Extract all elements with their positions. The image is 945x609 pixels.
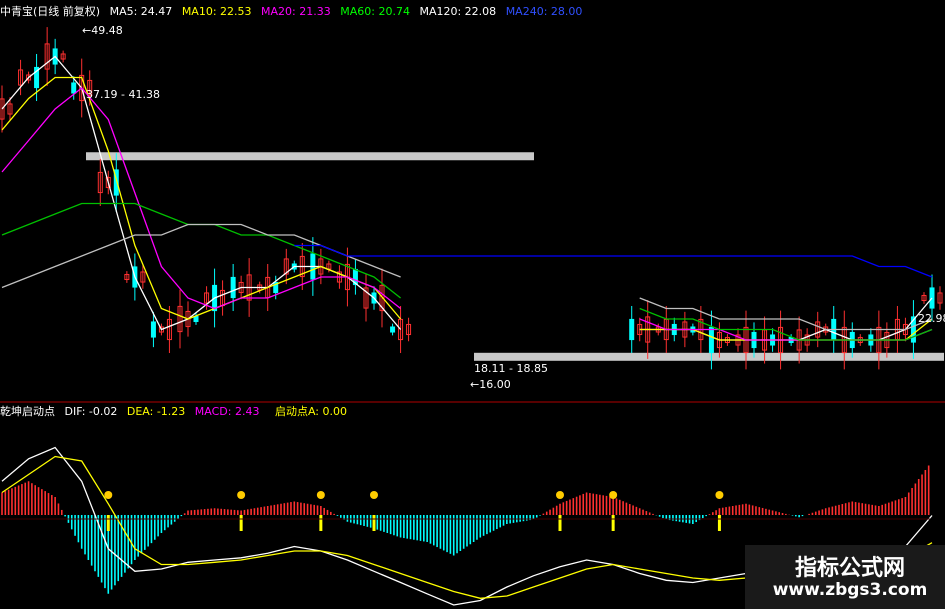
macd-label: MACD: 2.43	[194, 405, 260, 418]
range1-annotation: 37.19 - 41.38	[86, 88, 160, 101]
indicator-title: 乾坤启动点	[0, 405, 55, 418]
ma20-label: MA20: 21.33	[261, 5, 331, 18]
price-legend: 中青宝(日线 前复权) MA5: 24.47 MA10: 22.53 MA20:…	[0, 5, 582, 19]
ma-line-ma120	[1, 223, 933, 331]
price-candles	[0, 27, 943, 370]
high-arrow-icon: ←	[82, 24, 92, 37]
low-value: 16.00	[479, 378, 511, 391]
chart-stage: 中青宝(日线 前复权) MA5: 24.47 MA10: 22.53 MA20:…	[0, 0, 945, 609]
dif-label: DIF: -0.02	[64, 405, 118, 418]
right-annotation: 22.98	[918, 312, 945, 325]
qidong-flame-icon	[237, 491, 246, 499]
ma-line-ma10	[1, 76, 933, 341]
qidong-flame-icon	[715, 491, 724, 499]
qidong-label: 启动点A: 0.00	[274, 405, 347, 418]
ma10-label: MA10: 22.53	[181, 5, 252, 18]
resistance-band	[86, 152, 534, 161]
support-band	[474, 352, 944, 361]
watermark-title: 指标公式网	[794, 556, 905, 581]
range2-annotation: 18.11 - 18.85	[474, 362, 548, 375]
qidong-flame-icon	[370, 491, 378, 499]
dea-label: DEA: -1.23	[126, 405, 186, 418]
low-annotation: ←16.00	[470, 378, 511, 392]
candle-body	[708, 326, 714, 354]
candle-body	[230, 276, 236, 299]
watermark-url: www.zbgs3.com	[772, 580, 928, 600]
indicator-legend: 乾坤启动点 DIF: -0.02 DEA: -1.23 MACD: 2.43 启…	[0, 405, 347, 419]
qidong-flame-icon	[104, 491, 113, 499]
high-value: 49.48	[91, 24, 123, 37]
ma240-label: MA240: 28.00	[505, 5, 583, 18]
ma60-label: MA60: 20.74	[340, 5, 410, 18]
candle-body	[629, 318, 635, 341]
ma120-label: MA120: 22.08	[419, 5, 497, 18]
candle-body	[390, 326, 396, 333]
candle-body	[193, 315, 199, 323]
candle-body	[150, 321, 156, 338]
high-annotation: ←49.48	[82, 24, 123, 38]
ma5-label: MA5: 24.47	[109, 5, 173, 18]
qidong-flame-icon	[316, 491, 325, 499]
low-arrow-icon: ←	[470, 378, 480, 391]
ma-line-ma20	[1, 87, 933, 341]
qidong-flame-icon	[609, 491, 618, 499]
stock-title: 中青宝(日线 前复权)	[0, 5, 101, 18]
qidong-flame-icon	[556, 491, 564, 499]
candle-body	[71, 82, 77, 94]
